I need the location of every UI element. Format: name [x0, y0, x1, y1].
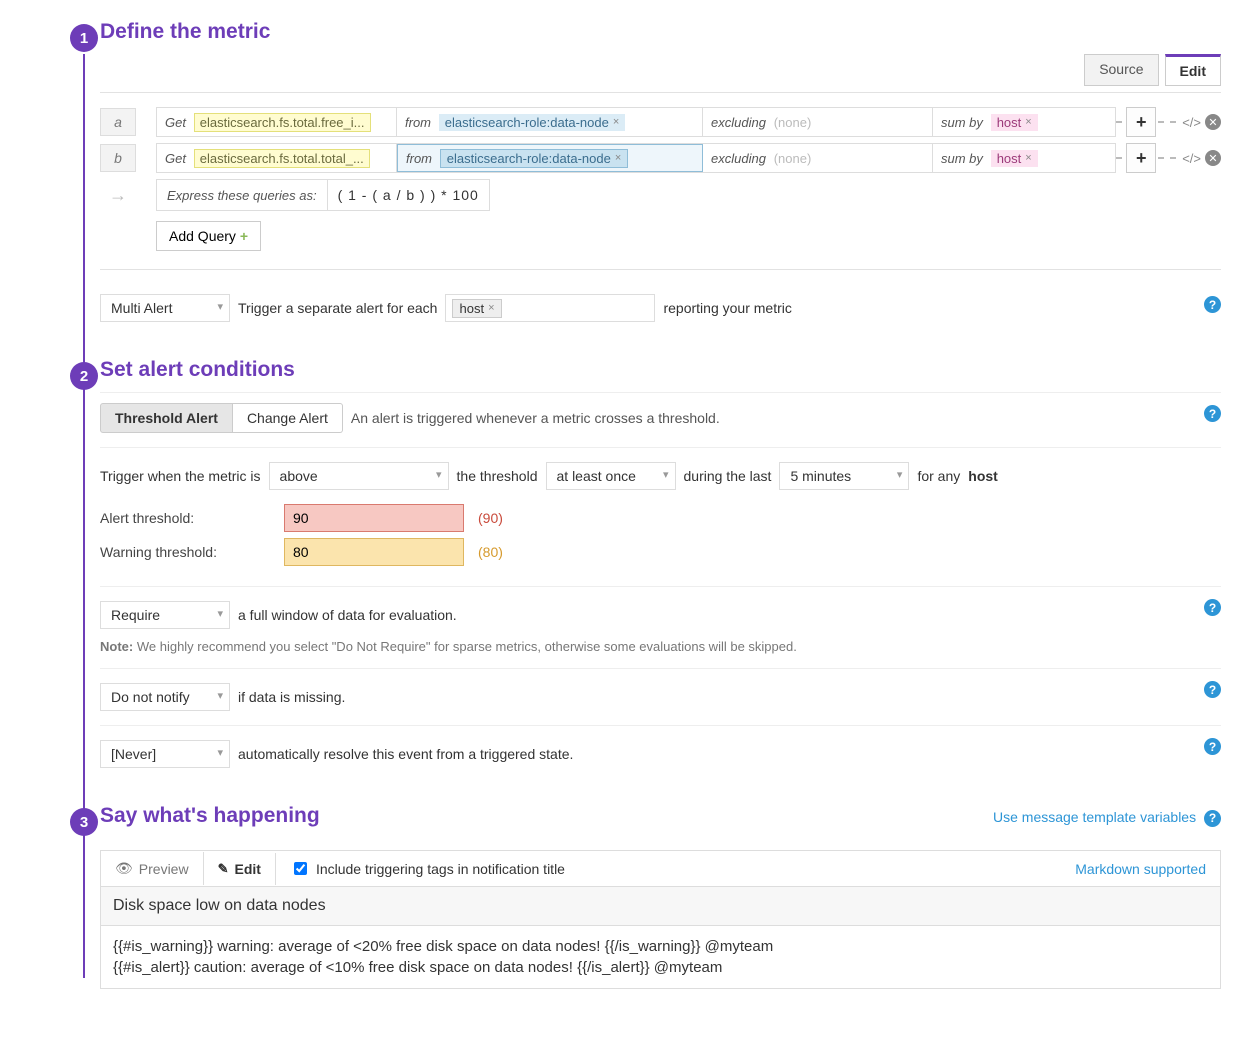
warning-threshold-display: (80) — [478, 544, 503, 560]
excluding-kw: excluding — [711, 115, 766, 130]
alert-type-desc: An alert is triggered whenever a metric … — [351, 410, 720, 426]
code-icon[interactable]: </> — [1182, 115, 1201, 130]
arrow-right-icon: → — [100, 185, 136, 206]
step-badge-2: 2 — [70, 362, 98, 390]
step-badge-1: 1 — [70, 24, 98, 52]
add-function-b[interactable]: + — [1126, 143, 1156, 173]
resolve-row: [Never] automatically resolve this event… — [100, 725, 1221, 778]
multi-alert-select[interactable]: Multi Alert — [100, 294, 230, 322]
help-icon[interactable]: ? — [1204, 738, 1221, 755]
message-title-input[interactable]: Disk space low on data nodes — [100, 886, 1221, 925]
change-alert-button[interactable]: Change Alert — [233, 403, 343, 433]
help-icon[interactable]: ? — [1204, 810, 1221, 827]
remove-host-icon[interactable]: × — [1025, 152, 1031, 164]
multi-alert-tag-input[interactable]: host × — [445, 294, 655, 322]
sumby-host-b[interactable]: host × — [991, 150, 1038, 167]
notify-select[interactable]: Do not notify — [100, 683, 230, 711]
template-variables-link[interactable]: Use message template variables — [993, 809, 1196, 825]
separator — [100, 92, 1221, 93]
step-1-title: Define the metric — [100, 20, 1221, 44]
from-kw: from — [405, 115, 431, 130]
remove-host-icon[interactable]: × — [488, 302, 494, 314]
exclude-none: (none) — [774, 115, 812, 130]
get-kw: Get — [165, 115, 186, 130]
plus-icon: + — [240, 228, 248, 244]
metric-b[interactable]: elasticsearch.fs.total.total_... — [194, 149, 370, 168]
multi-alert-text-b: reporting your metric — [663, 300, 791, 316]
require-select[interactable]: Require — [100, 601, 230, 629]
help-icon[interactable]: ? — [1204, 405, 1221, 422]
express-box[interactable]: Express these queries as: ( 1 - ( a / b … — [156, 179, 490, 211]
frequency-select[interactable]: at least once — [546, 462, 676, 490]
step-3-message: 3 Say what's happening Use message templ… — [30, 804, 1221, 989]
metric-a[interactable]: elasticsearch.fs.total.free_i... — [194, 113, 371, 132]
query-row-b: b Get elasticsearch.fs.total.total_... f… — [100, 143, 1221, 173]
resolve-select[interactable]: [Never] — [100, 740, 230, 768]
sumby-kw: sum by — [941, 115, 983, 130]
remove-scope-icon[interactable]: × — [613, 116, 619, 128]
step-2-alert-conditions: 2 Set alert conditions Threshold Alert C… — [30, 358, 1221, 778]
code-icon[interactable]: </> — [1182, 151, 1201, 166]
code-tabs: Source Edit — [100, 54, 1221, 86]
remove-query-b[interactable]: ✕ — [1205, 150, 1221, 166]
scope-a[interactable]: elasticsearch-role:data-node × — [439, 114, 625, 131]
alert-threshold-display: (90) — [478, 510, 503, 526]
preview-tab[interactable]: 👁 Preview — [101, 852, 204, 885]
step-3-title: Say what's happening — [100, 804, 320, 828]
notify-row: Do not notify if data is missing. ? — [100, 668, 1221, 721]
step-2-title: Set alert conditions — [100, 358, 1221, 382]
step-1-define-metric: 1 Define the metric Source Edit a Get el… — [30, 20, 1221, 332]
dash — [1158, 121, 1176, 123]
multi-alert-row: Multi Alert Trigger a separate alert for… — [100, 284, 1221, 332]
comparison-select[interactable]: above — [269, 462, 449, 490]
step-badge-3: 3 — [70, 808, 98, 836]
tab-source[interactable]: Source — [1084, 54, 1158, 86]
query-letter-b: b — [100, 144, 136, 172]
scope-b[interactable]: elasticsearch-role:data-node × — [440, 149, 628, 168]
alert-threshold-input[interactable] — [284, 504, 464, 532]
include-tags-input[interactable] — [294, 862, 307, 875]
express-label: Express these queries as: — [157, 188, 327, 203]
alert-threshold-row: Alert threshold: (90) — [100, 504, 1221, 532]
edit-tab[interactable]: ✎ Edit — [204, 853, 276, 885]
message-toolbar: 👁 Preview ✎ Edit Include triggering tags… — [100, 850, 1221, 886]
query-row-a: a Get elasticsearch.fs.total.free_i... f… — [100, 107, 1221, 137]
add-function-a[interactable]: + — [1126, 107, 1156, 137]
eye-icon: 👁 — [115, 860, 133, 877]
warning-threshold-input[interactable] — [284, 538, 464, 566]
remove-scope-icon[interactable]: × — [615, 152, 621, 164]
query-letter-a: a — [100, 108, 136, 136]
markdown-supported-link[interactable]: Markdown supported — [1061, 853, 1220, 885]
pencil-icon: ✎ — [218, 861, 229, 877]
warning-threshold-row: Warning threshold: (80) — [100, 538, 1221, 566]
alert-type-toggle: Threshold Alert Change Alert — [100, 403, 343, 433]
remove-host-icon[interactable]: × — [1025, 116, 1031, 128]
require-row: Require a full window of data for evalua… — [100, 586, 1221, 664]
threshold-alert-button[interactable]: Threshold Alert — [100, 403, 233, 433]
alert-type-row: Threshold Alert Change Alert An alert is… — [100, 392, 1221, 443]
sumby-host-a[interactable]: host × — [991, 114, 1038, 131]
connector — [1116, 121, 1122, 123]
remove-query-a[interactable]: ✕ — [1205, 114, 1221, 130]
include-tags-checkbox[interactable]: Include triggering tags in notification … — [276, 851, 579, 886]
multi-alert-text-a: Trigger a separate alert for each — [238, 300, 437, 316]
query-builder-a[interactable]: Get elasticsearch.fs.total.free_i... fro… — [156, 107, 1116, 137]
message-body-input[interactable]: {{#is_warning}} warning: average of <20%… — [100, 925, 1221, 989]
trigger-config: Trigger when the metric is above the thr… — [100, 447, 1221, 582]
add-query-button[interactable]: Add Query + — [156, 221, 261, 251]
help-icon[interactable]: ? — [1204, 681, 1221, 698]
query-builder-b[interactable]: Get elasticsearch.fs.total.total_... fro… — [156, 143, 1116, 173]
timewindow-select[interactable]: 5 minutes — [779, 462, 909, 490]
help-icon[interactable]: ? — [1204, 296, 1221, 313]
express-input[interactable]: ( 1 - ( a / b ) ) * 100 — [327, 180, 489, 210]
express-row: → Express these queries as: ( 1 - ( a / … — [100, 179, 1221, 211]
tab-edit[interactable]: Edit — [1165, 54, 1221, 86]
help-icon[interactable]: ? — [1204, 599, 1221, 616]
